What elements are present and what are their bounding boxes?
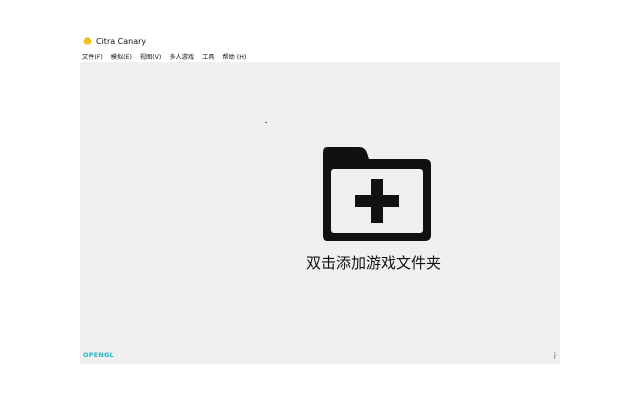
menu-view[interactable]: 视图(V): [138, 52, 161, 61]
stray-pixel: [265, 122, 267, 123]
status-right-text: j: [554, 351, 556, 359]
citra-app-icon: [83, 37, 92, 45]
renderer-status: OPENGL: [83, 351, 114, 359]
menu-bar: 文件(F) 模拟(E) 视图(V) 多人游戏 工具 帮助 (H): [80, 50, 560, 62]
menu-tools[interactable]: 工具: [200, 52, 214, 61]
menu-emulation[interactable]: 模拟(E): [109, 52, 132, 61]
title-bar[interactable]: Citra Canary: [80, 32, 560, 50]
window-title: Citra Canary: [96, 36, 147, 46]
menu-multiplayer[interactable]: 多人游戏: [167, 52, 194, 61]
folder-add-icon: [323, 147, 431, 241]
menu-help[interactable]: 帮助 (H): [220, 52, 246, 61]
game-list-area[interactable]: 双击添加游戏文件夹 OPENGL j: [80, 62, 560, 364]
add-game-folder-area[interactable]: 双击添加游戏文件夹: [306, 145, 446, 272]
add-folder-label: 双击添加游戏文件夹: [306, 254, 442, 272]
menu-file[interactable]: 文件(F): [80, 52, 103, 61]
main-window: Citra Canary 文件(F) 模拟(E) 视图(V) 多人游戏 工具 帮…: [80, 32, 560, 364]
